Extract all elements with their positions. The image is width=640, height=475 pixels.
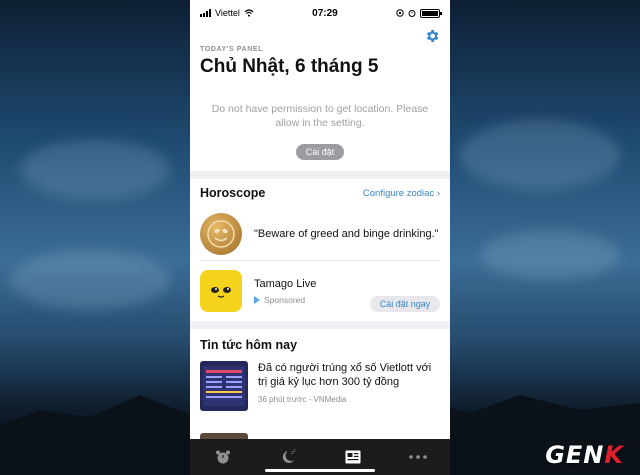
orientation-lock-icon — [396, 9, 404, 17]
location-permission-message: Do not have permission to get location. … — [211, 103, 429, 129]
status-bar: Viettel 07:29 — [190, 0, 450, 26]
today-date: Chủ Nhật, 6 tháng 5 — [200, 56, 379, 77]
horoscope-section: Horoscope Configure zodiac › "Beware of … — [190, 179, 450, 321]
tab-news[interactable] — [333, 442, 373, 472]
alarm-icon — [408, 10, 416, 17]
clock-time: 07:29 — [312, 7, 338, 19]
zodiac-sign-icon — [200, 212, 242, 255]
battery-icon — [420, 8, 442, 18]
horoscope-title: Horoscope — [200, 186, 266, 200]
phone-screen: Viettel 07:29 TODAY'S PANEL Chủ Nhật, 6 … — [190, 0, 450, 475]
horoscope-quote: "Beware of greed and binge drinking." — [254, 227, 439, 240]
today-panel-label: TODAY'S PANEL — [200, 46, 264, 53]
configure-zodiac-link[interactable]: Configure zodiac › — [363, 188, 440, 199]
ad-play-icon — [254, 295, 260, 304]
more-dots-icon — [408, 455, 427, 459]
wifi-icon — [244, 9, 254, 17]
tab-sleep[interactable]: z z — [268, 442, 308, 472]
news-section: Tin tức hôm nay Đã có người trúng xổ số … — [190, 329, 450, 425]
gear-icon[interactable] — [424, 28, 440, 44]
install-now-button[interactable]: Cài đặt ngay — [370, 296, 440, 312]
genk-watermark-logo: GENK — [545, 441, 624, 469]
signal-icon — [200, 9, 211, 17]
news-item[interactable]: Đã có người trúng xổ số Vietlott với trị… — [200, 361, 440, 425]
tamago-app-icon — [200, 270, 242, 312]
news-title: Tin tức hôm nay — [200, 338, 298, 352]
today-panel: TODAY'S PANEL Chủ Nhật, 6 tháng 5 Do not… — [190, 26, 450, 171]
tab-more[interactable] — [398, 442, 438, 472]
news-thumbnail — [200, 361, 248, 411]
svg-text:z: z — [293, 449, 295, 453]
horoscope-card[interactable]: "Beware of greed and binge drinking." — [200, 207, 440, 261]
section-divider — [190, 321, 450, 329]
sponsored-label: Sponsored — [264, 294, 306, 305]
carrier-label: Viettel — [215, 8, 240, 18]
news-headline: Đã có người trúng xổ số Vietlott với trị… — [258, 362, 432, 388]
news-panel-icon — [345, 450, 360, 464]
alarm-clock-icon — [215, 450, 230, 464]
home-indicator — [265, 469, 375, 472]
news-meta: 36 phút trước - VNMedia — [258, 395, 347, 404]
sponsored-ad[interactable]: Tamago Live Sponsored Cài đặt ngay — [200, 261, 440, 321]
settings-button[interactable]: Cài đặt — [296, 144, 344, 160]
section-divider — [190, 171, 450, 179]
ad-app-name: Tamago Live — [254, 277, 317, 290]
tab-alarm[interactable] — [203, 442, 243, 472]
sleep-moon-icon: z z — [282, 449, 295, 463]
